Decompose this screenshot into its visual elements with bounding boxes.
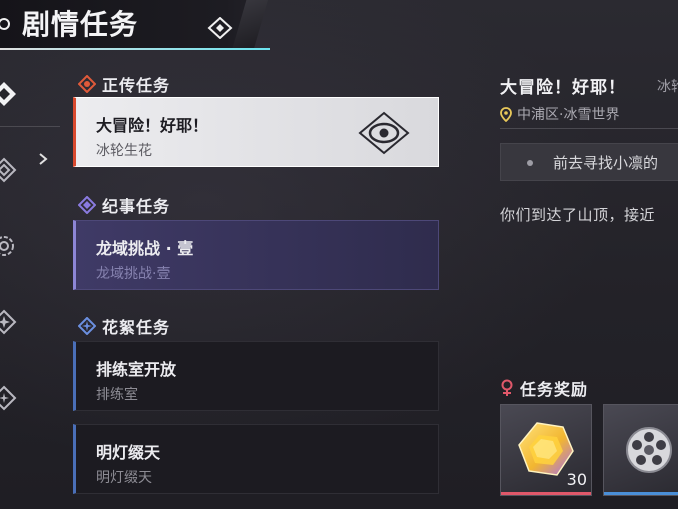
quest-title: 大冒险！好耶！: [96, 116, 209, 135]
gear-icon[interactable]: [0, 232, 18, 260]
category-rail: [0, 60, 60, 509]
section-main-story: 正传任务: [78, 72, 170, 96]
objective-text: 前去寻找小凛的: [553, 154, 659, 172]
chronicle-section-icon: [78, 196, 96, 214]
rewards-heading: 任务奖励: [500, 376, 588, 400]
section-label: 纪事任务: [102, 197, 171, 216]
reward-item[interactable]: 30: [500, 404, 592, 496]
quest-title: 排练室开放: [96, 360, 177, 379]
detail-title: 大冒险！好耶！: [500, 78, 626, 98]
reward-pin-icon: [501, 379, 513, 396]
objective-item: 前去寻找小凛的: [500, 143, 678, 181]
rail-divider: [0, 126, 60, 127]
quest-card[interactable]: 明灯缀天 明灯缀天: [73, 424, 439, 494]
quest-description: 你们到达了山顶，接近: [500, 206, 656, 224]
section-chronicle: 纪事任务: [78, 193, 170, 217]
detail-divider: [500, 128, 678, 129]
page-title: 剧情任务: [22, 8, 139, 41]
section-side-story: 花絮任务: [78, 314, 170, 338]
quest-subtitle: 排练室: [96, 387, 138, 403]
quest-card[interactable]: 龙域挑战 · 壹 龙域挑战·壹: [73, 220, 439, 290]
chevron-right-icon: [39, 153, 48, 165]
title-underline: [0, 48, 270, 50]
quest-title: 明灯缀天: [96, 443, 161, 462]
location-pin-icon: [500, 106, 512, 122]
section-label: 花絮任务: [102, 318, 171, 337]
quest-card[interactable]: 大冒险！好耶！ 冰轮生花: [73, 97, 439, 167]
location-label: 中浦区·冰雪世界: [517, 107, 620, 123]
sparkle-icon[interactable]: [0, 384, 18, 412]
sparkle-icon[interactable]: [0, 308, 18, 336]
quest-subtitle: 明灯缀天: [96, 470, 152, 486]
detail-subtitle: 冰轮: [657, 79, 678, 95]
quest-card[interactable]: 排练室开放 排练室: [73, 341, 439, 411]
main-story-icon[interactable]: [0, 80, 18, 108]
chronicle-icon[interactable]: [0, 156, 18, 184]
section-label: 正传任务: [102, 76, 171, 95]
film-reel-icon: [626, 427, 672, 473]
quest-title: 龙域挑战 · 壹: [96, 239, 194, 258]
back-icon[interactable]: [0, 16, 12, 32]
reward-quantity: 30: [566, 470, 587, 489]
quest-subtitle: 龙域挑战·壹: [96, 266, 171, 282]
reward-item[interactable]: [603, 404, 678, 496]
tracking-target-icon[interactable]: [358, 111, 410, 155]
location: 中浦区·冰雪世界: [500, 104, 619, 124]
rarity-bar: [604, 492, 678, 495]
diamond-icon: [207, 17, 233, 39]
rewards-label: 任务奖励: [520, 380, 589, 399]
bullet-icon: [527, 160, 533, 166]
rarity-bar: [501, 492, 591, 495]
quest-subtitle: 冰轮生花: [96, 143, 152, 159]
side-story-section-icon: [78, 317, 96, 335]
main-story-section-icon: [78, 75, 96, 93]
